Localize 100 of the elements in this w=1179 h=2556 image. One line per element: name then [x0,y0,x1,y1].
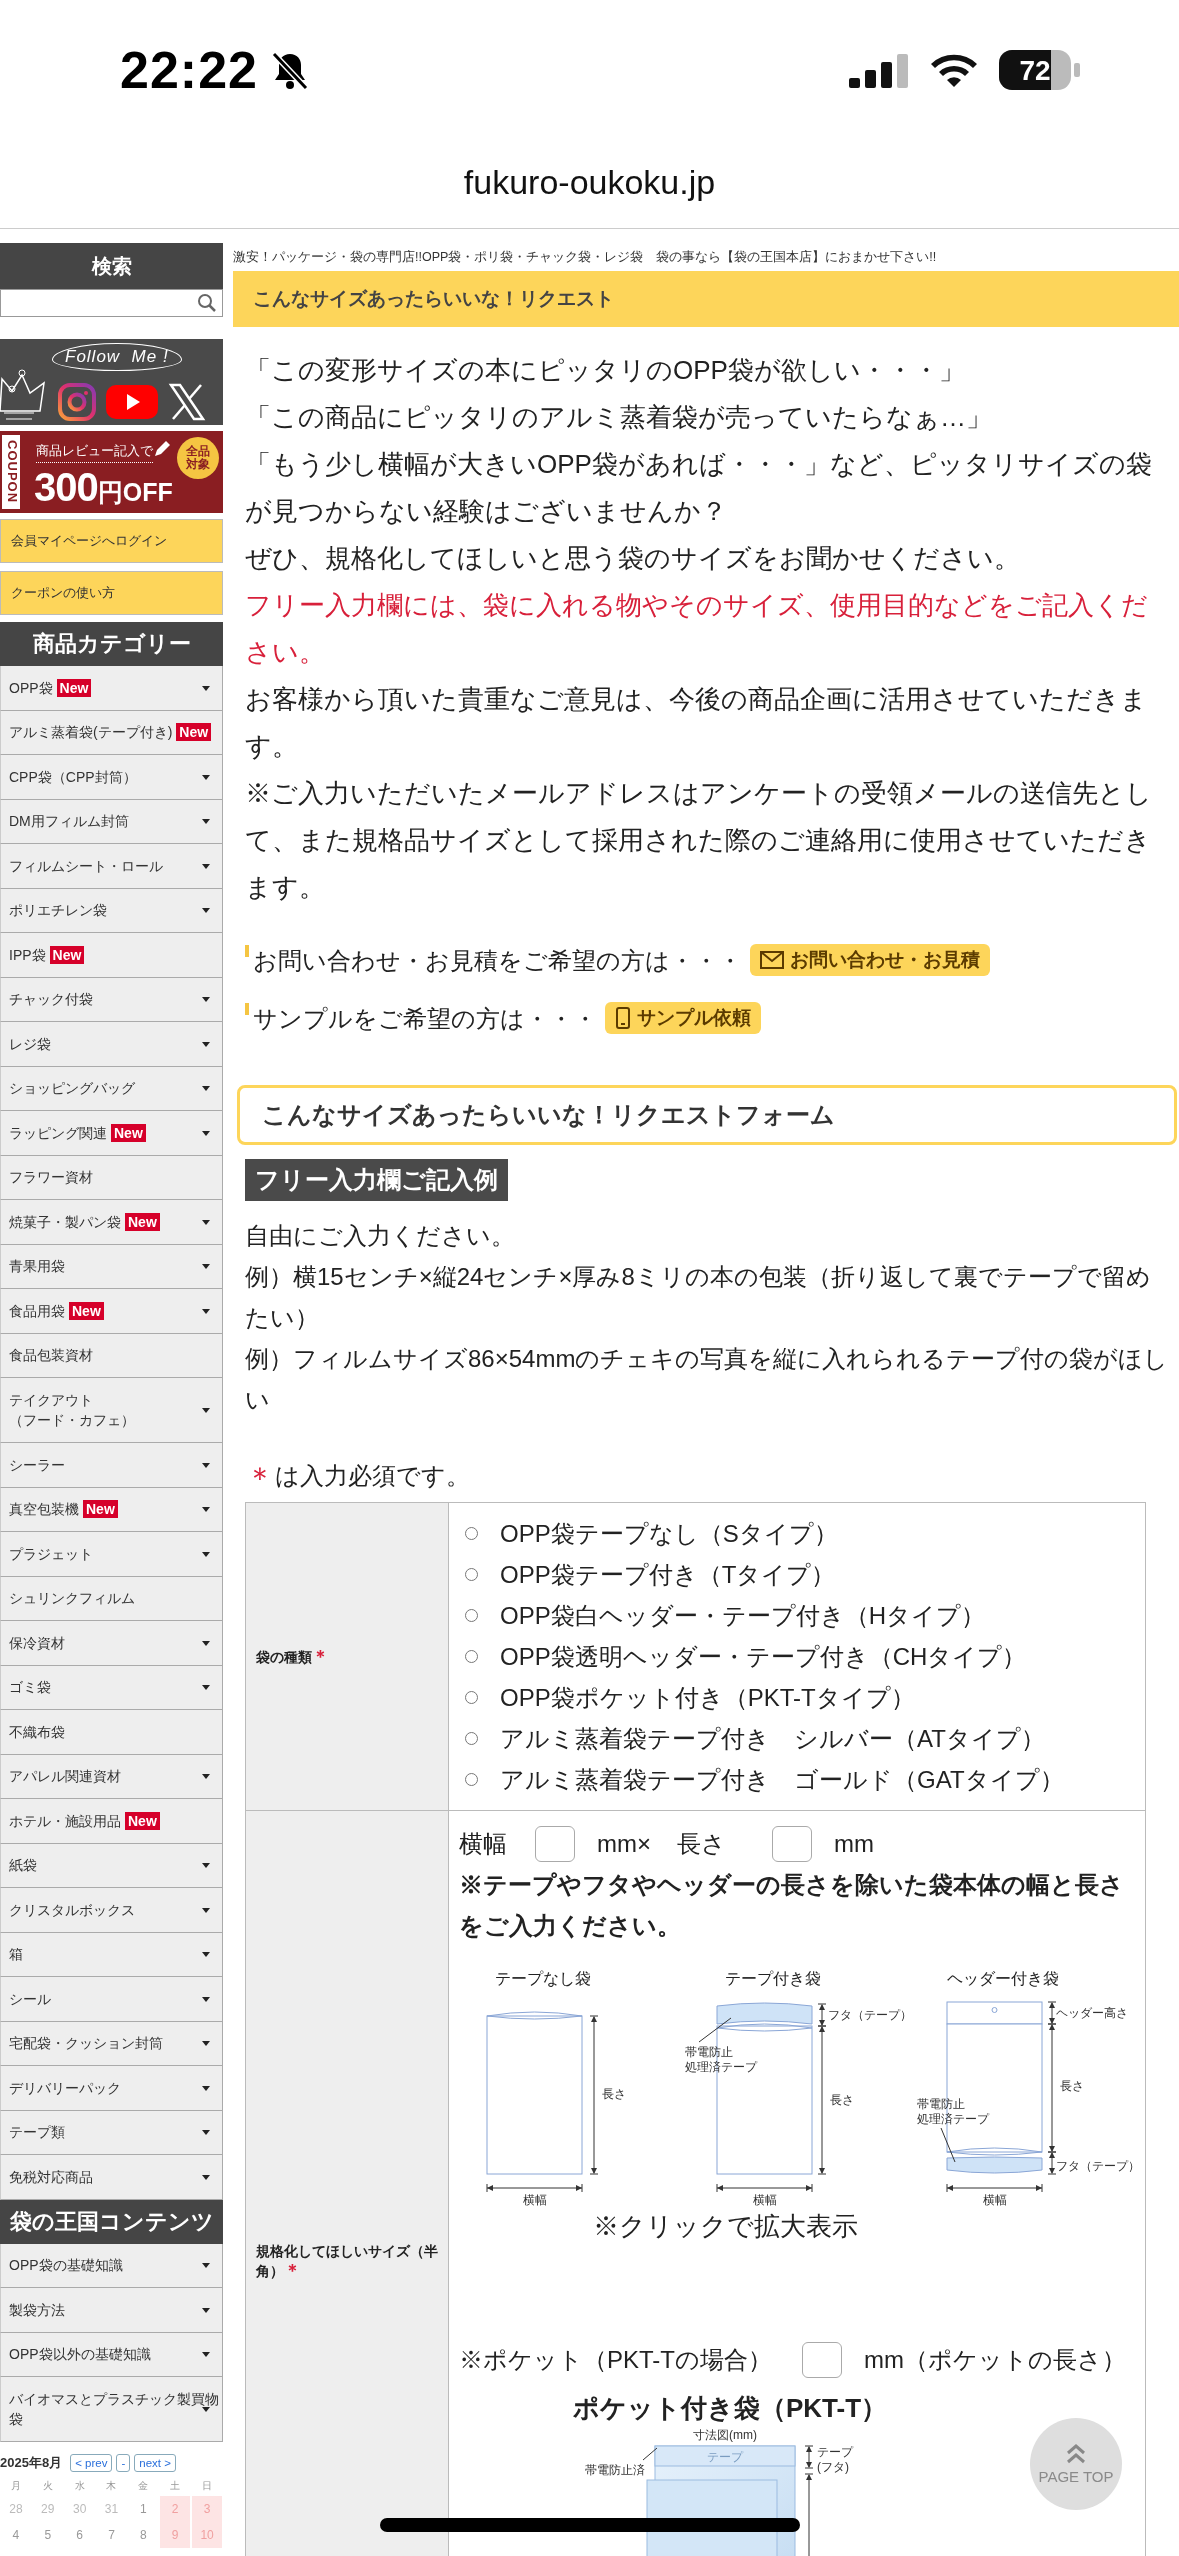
radio-button[interactable] [465,1732,478,1745]
play-icon[interactable] [106,383,158,421]
radio-button[interactable] [465,1650,478,1663]
category-item[interactable]: ショッピングバッグ [0,1066,223,1111]
sidebar-link[interactable]: クーポンの使い方 [0,571,223,615]
category-item[interactable]: 真空包装機 New [0,1487,223,1532]
category-item[interactable]: OPP袋 New [0,666,223,711]
category-item[interactable]: 製袋方法 [0,2288,223,2333]
radio-button[interactable] [465,1691,478,1704]
category-item[interactable]: デリバリーパック [0,2066,223,2111]
category-item[interactable]: OPP袋の基礎知識 [0,2243,223,2288]
category-item[interactable]: プラジェット [0,1532,223,1577]
input-field[interactable] [802,2341,842,2378]
bullet-icon [245,1003,249,1015]
option-label[interactable]: OPP袋透明ヘッダー・テープ付き（CHタイプ） [500,1636,1027,1677]
radio-button[interactable] [465,1609,478,1622]
battery-icon [999,50,1080,90]
input-field[interactable] [772,1825,812,1862]
follow-banner[interactable]: Follow Me ! [0,339,223,425]
diagram-label: 寸法図(mm) [693,2428,757,2442]
camera-icon[interactable] [58,383,96,421]
option-label[interactable]: OPP袋ポケット付き（PKT-Tタイプ） [500,1677,915,1718]
calendar-day: 31 [96,2496,127,2522]
calendar-nav-button[interactable]: - [116,2454,131,2472]
category-item[interactable]: テープ類 [0,2110,223,2155]
url-text[interactable]: fukuro-oukoku.jp [463,163,716,201]
diagram-label: 帯電防止 [685,2045,733,2059]
category-item[interactable]: 免税対応商品 [0,2155,223,2200]
x-mark-icon[interactable] [168,383,206,421]
category-item[interactable]: DM用フィルム封筒 [0,799,223,844]
category-item[interactable]: シーラー [0,1443,223,1488]
sidebar-heading: 商品カテゴリー [0,622,223,666]
intro-text: 「この変形サイズの本にピッタリのOPP袋が欲しい・・・」 [245,354,966,387]
option-label[interactable]: OPP袋テープ付き（Tタイプ） [500,1554,836,1595]
diagram-label: (フタ) [817,2460,849,2474]
radio-button[interactable] [465,1773,478,1786]
mail-icon [760,951,784,969]
search-icon[interactable] [196,292,218,314]
coupon-caption: 商品レビュー記入で [36,443,153,463]
sidebar-heading: 検索 [0,243,223,289]
wifi-icon [929,52,979,88]
signal-icon [849,52,909,88]
diagram-label: 処理済テープ [685,2060,757,2074]
diagram-label: 帯電防止 [917,2097,965,2111]
option-label[interactable]: OPP袋テープなし（Sタイプ） [500,1513,838,1554]
category-item[interactable]: ラッピング関連 New [0,1111,223,1156]
example-heading: フリー入力欄ご記入例 [245,1159,508,1201]
category-item[interactable]: シュリンクフィルム [0,1576,223,1621]
input-field[interactable] [535,1825,575,1862]
category-item[interactable]: シール [0,1977,223,2022]
category-item[interactable]: レジ袋 [0,1022,223,1067]
category-item[interactable]: チャック付袋 [0,977,223,1022]
leader-line [698,2017,732,2043]
category-item[interactable]: フィルムシート・ロール [0,844,223,889]
calendar-day: 4 [1,2522,31,2548]
category-item[interactable]: ホテル・施設用品 New [0,1799,223,1844]
category-item[interactable]: OPP袋以外の基礎知識 [0,2332,223,2377]
category-item[interactable]: 不織布袋 [0,1710,223,1755]
category-item[interactable]: 青果用袋 [0,1244,223,1289]
category-item[interactable]: ゴミ袋 [0,1665,223,1710]
category-item[interactable]: クリスタルボックス [0,1888,223,1933]
diagram-label: 横幅 [752,2193,777,2207]
calendar-day: 8 [128,2522,159,2548]
chevron-up-icon [1065,2443,1087,2464]
weekday-label: 木 [105,2479,118,2493]
category-item[interactable]: IPP袋 New [0,933,223,978]
calendar-title: 2025年8月 [0,2454,63,2472]
form-title: こんなサイズあったらいいな！リクエストフォーム [237,1085,1177,1145]
calendar-nav-button[interactable]: next > [134,2454,176,2472]
contact-button[interactable]: お問い合わせ・お見積 [750,944,990,976]
category-item[interactable]: 紙袋 [0,1843,223,1888]
category-item[interactable]: アパレル関連資材 [0,1754,223,1799]
category-item[interactable]: ポリエチレン袋 [0,888,223,933]
option-label[interactable]: OPP袋白ヘッダー・テープ付き（Hタイプ） [500,1595,985,1636]
category-item[interactable]: アルミ蒸着袋(テープ付き) New [0,710,223,755]
category-item[interactable]: 食品用袋 New [0,1289,223,1334]
search-field[interactable] [0,289,223,317]
diagram-label: 長さ [602,2087,626,2101]
category-item[interactable]: 保冷資材 [0,1621,223,1666]
field-label: ※ポケット（PKT-Tの場合） [459,2345,772,2375]
calendar-nav-button[interactable]: < prev [70,2454,113,2472]
category-item[interactable]: フラワー資材 [0,1155,223,1200]
category-item[interactable]: テイクアウト （フード・カフェ） [0,1378,223,1443]
diagram-label: テープ [707,2450,743,2464]
contact-button[interactable]: サンプル依頼 [605,1002,761,1034]
diagram-label: 長さ [830,2093,854,2107]
weekday-label: 日 [201,2479,214,2493]
sidebar-link[interactable]: 会員マイページへログイン [0,519,223,563]
category-item[interactable]: 焼菓子・製パン袋 New [0,1200,223,1245]
radio-button[interactable] [465,1527,478,1540]
category-item[interactable]: 箱 [0,1932,223,1977]
category-item[interactable]: 食品包装資材 [0,1333,223,1378]
radio-button[interactable] [465,1568,478,1581]
diagram-label: 横幅 [982,2193,1007,2207]
option-label[interactable]: アルミ蒸着袋テープ付き シルバー（ATタイプ） [500,1718,1045,1759]
category-item[interactable]: バイオマスとプラスチック製買物袋 [0,2377,223,2442]
category-item[interactable]: CPP袋（CPP封筒） [0,755,223,800]
category-item[interactable]: 宅配袋・クッション封筒 [0,2021,223,2066]
contact-text: サンプルをご希望の方は・・・ [253,1003,597,1034]
option-label[interactable]: アルミ蒸着袋テープ付き ゴールド（GATタイプ） [500,1759,1064,1800]
